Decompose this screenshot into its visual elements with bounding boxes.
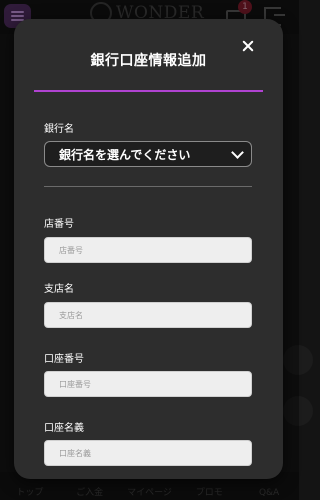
account-number-input[interactable] — [44, 371, 252, 397]
account-holder-input[interactable] — [44, 440, 252, 466]
account-number-label: 口座番号 — [44, 354, 84, 365]
close-icon[interactable] — [238, 36, 258, 56]
bank-name-select[interactable]: 銀行名を選んでください — [44, 141, 252, 167]
add-bank-account-modal: 銀行口座情報追加 銀行名 銀行名を選んでください 店番号 支店名 口座番号 口座… — [14, 19, 283, 479]
title-divider — [34, 90, 263, 92]
section-divider — [44, 186, 252, 187]
account-holder-label: 口座名義 — [44, 423, 84, 434]
bank-name-select-value: 銀行名を選んでください — [59, 147, 191, 162]
branch-number-input[interactable] — [44, 237, 252, 263]
branch-name-input[interactable] — [44, 302, 252, 328]
branch-number-label: 店番号 — [44, 219, 74, 230]
bank-name-label: 銀行名 — [44, 124, 74, 135]
branch-name-label: 支店名 — [44, 284, 74, 295]
chevron-down-icon — [231, 146, 244, 159]
